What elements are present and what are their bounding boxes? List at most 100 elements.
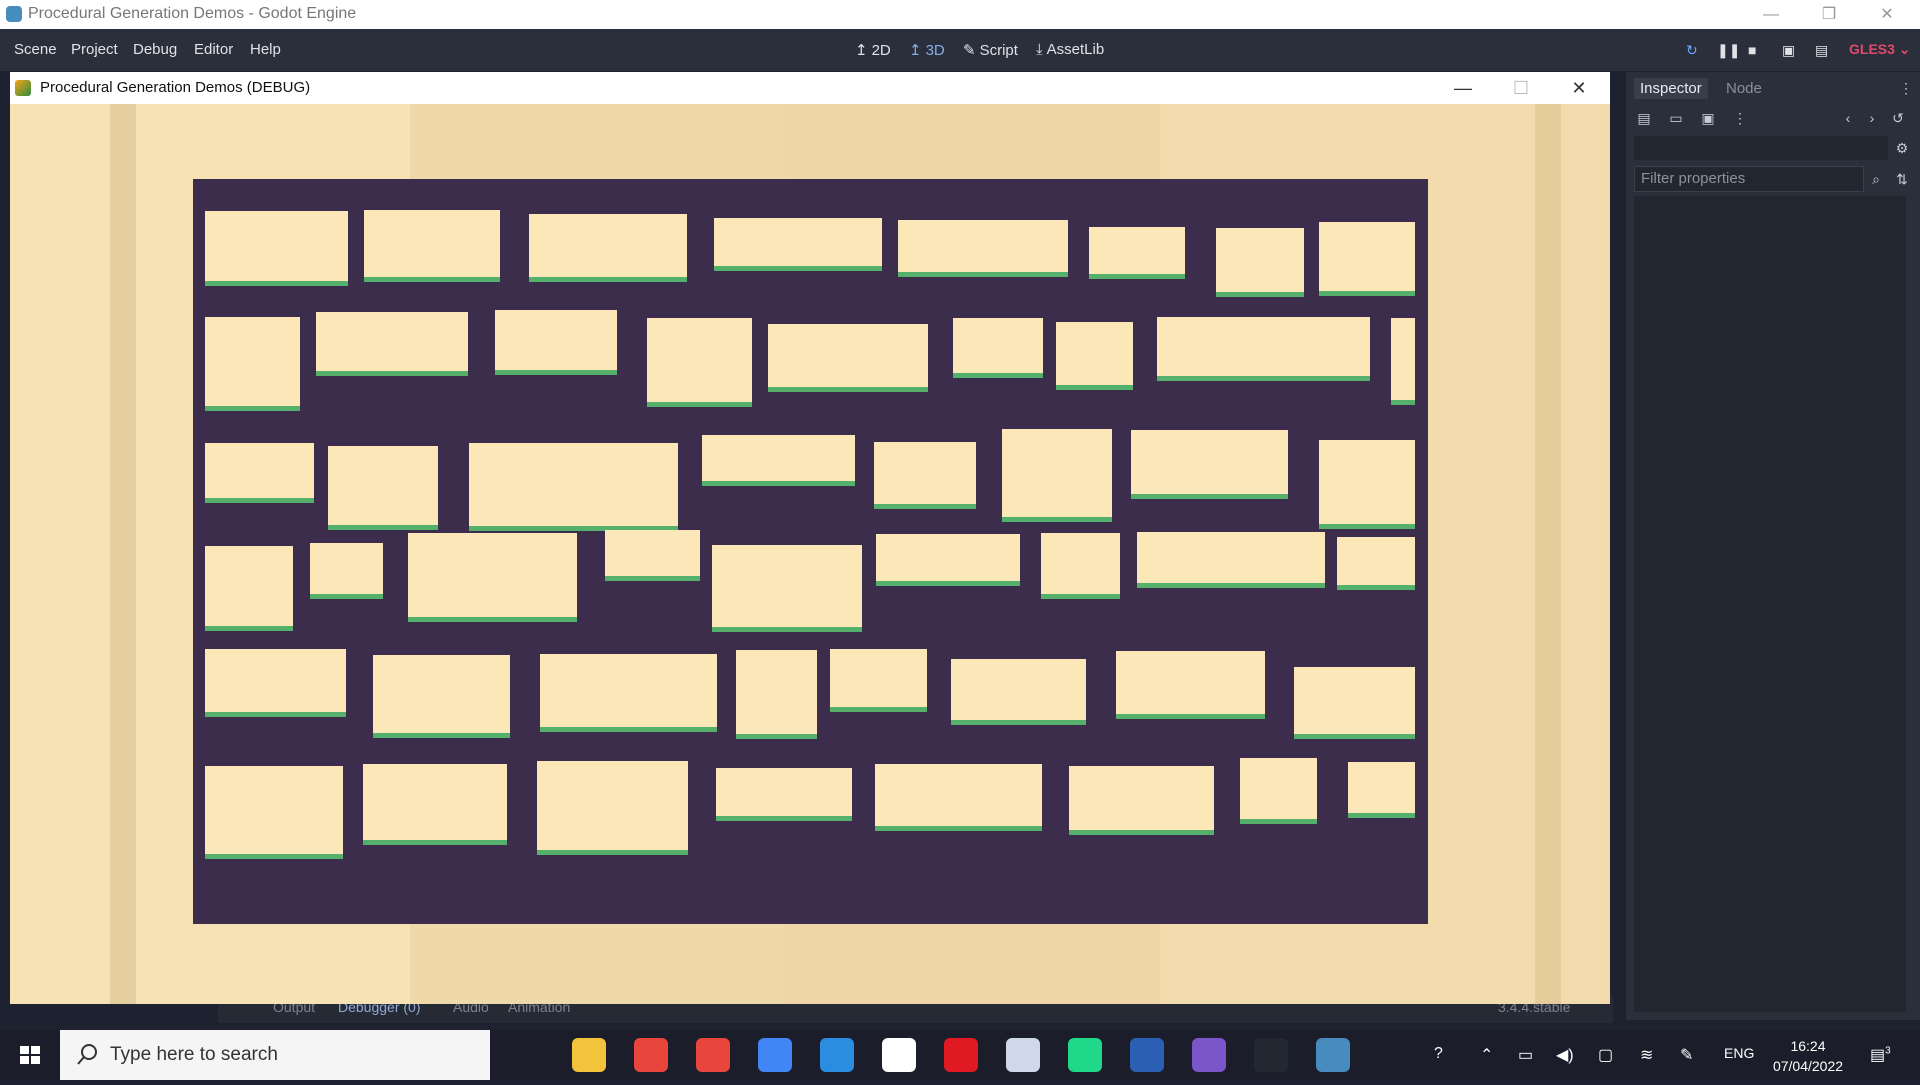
menu-project[interactable]: Project bbox=[71, 41, 118, 58]
chrome-icon[interactable] bbox=[634, 1038, 668, 1072]
map-cave-pocket bbox=[1319, 440, 1415, 529]
wifi-icon[interactable]: ≋ bbox=[1640, 1045, 1653, 1065]
map-cave-pocket bbox=[898, 220, 1068, 277]
search-icon: ⌕ bbox=[1872, 171, 1880, 187]
map-cave-pocket bbox=[469, 443, 678, 531]
help-icon[interactable]: ? bbox=[1434, 1045, 1443, 1063]
menu-scene[interactable]: Scene bbox=[14, 41, 57, 58]
download-icon: ⤓ bbox=[1036, 41, 1043, 58]
close-button[interactable]: ✕ bbox=[1864, 0, 1910, 29]
explorer-icon[interactable] bbox=[572, 1038, 606, 1072]
more-options-icon[interactable]: ⋮ bbox=[1730, 108, 1750, 128]
godot-icon[interactable] bbox=[1316, 1038, 1350, 1072]
map-cave-pocket bbox=[1157, 317, 1370, 381]
map-cave-pocket bbox=[495, 310, 617, 375]
volume-icon[interactable]: ◀) bbox=[1556, 1045, 1574, 1065]
history-forward-icon[interactable]: › bbox=[1862, 108, 1882, 128]
restore-button[interactable]: ❐ bbox=[1806, 0, 1852, 29]
taskbar-search[interactable]: Type here to search bbox=[60, 1030, 490, 1080]
inspector-dock: Inspector Node ⋮ ▤ ▭ ▣ ⋮ ‹ › ↺ ⚙ Filter … bbox=[1626, 72, 1920, 1020]
map-cave-pocket bbox=[310, 543, 383, 599]
map-cave-pocket bbox=[702, 435, 855, 486]
map-cave-pocket bbox=[316, 312, 468, 376]
bg-pillar bbox=[1535, 104, 1561, 1004]
tab-inspector[interactable]: Inspector bbox=[1634, 78, 1708, 99]
map-cave-pocket bbox=[1137, 532, 1325, 588]
minimize-button[interactable]: — bbox=[1748, 0, 1794, 29]
display-icon[interactable]: ▢ bbox=[1598, 1045, 1613, 1065]
map-cave-pocket bbox=[951, 659, 1086, 725]
stop-icon[interactable]: ■ bbox=[1748, 42, 1756, 58]
title-bar: Procedural Generation Demos - Godot Engi… bbox=[0, 0, 1920, 29]
object-tools-icon[interactable]: ⚙ bbox=[1892, 138, 1912, 158]
map-cave-pocket bbox=[714, 218, 882, 271]
start-button[interactable] bbox=[0, 1030, 60, 1080]
game-close-button[interactable]: ✕ bbox=[1550, 72, 1608, 104]
menu-debug[interactable]: Debug bbox=[133, 41, 177, 58]
history-icon[interactable]: ↺ bbox=[1888, 108, 1908, 128]
workspace-script-button[interactable]: ✎ Script bbox=[963, 41, 1018, 59]
godot-logo-icon bbox=[6, 6, 22, 22]
notification-icon[interactable]: ▤3 bbox=[1870, 1045, 1891, 1065]
clock-time: 16:24 bbox=[1790, 1038, 1826, 1054]
bg-pillar bbox=[110, 104, 136, 1004]
menu-editor[interactable]: Editor bbox=[194, 41, 233, 58]
map-cave-pocket bbox=[205, 649, 346, 717]
map-cave-pocket bbox=[712, 545, 862, 632]
map-cave-pocket bbox=[364, 210, 500, 282]
workspace-2d-button[interactable]: ↥ 2D bbox=[855, 41, 891, 59]
pause-icon[interactable]: ❚❚ bbox=[1717, 42, 1740, 59]
taskbar: Type here to search ? ⌃ ▭ ◀) ▢ ≋ ✎ ENG 1… bbox=[0, 1030, 1920, 1080]
pen-icon[interactable]: ✎ bbox=[1680, 1045, 1693, 1065]
language-indicator[interactable]: ENG bbox=[1724, 1045, 1754, 1061]
app-icon[interactable] bbox=[1192, 1038, 1226, 1072]
history-back-icon[interactable]: ‹ bbox=[1838, 108, 1858, 128]
workspace-3d-button[interactable]: ↥ 3D bbox=[909, 41, 945, 59]
menu-help[interactable]: Help bbox=[250, 41, 281, 58]
game-window-title: Procedural Generation Demos (DEBUG) bbox=[40, 79, 311, 96]
game-minimize-button[interactable]: — bbox=[1434, 72, 1492, 104]
chrome-profile-icon[interactable] bbox=[696, 1038, 730, 1072]
window-title: Procedural Generation Demos - Godot Engi… bbox=[28, 5, 357, 22]
map-cave-pocket bbox=[540, 654, 717, 732]
map-cave-pocket bbox=[830, 649, 927, 712]
object-path[interactable] bbox=[1634, 136, 1888, 160]
battery-icon[interactable]: ▭ bbox=[1518, 1045, 1533, 1065]
map-cave-pocket bbox=[363, 764, 507, 845]
map-cave-pocket bbox=[205, 766, 343, 859]
paint-icon[interactable] bbox=[1006, 1038, 1040, 1072]
play-scene-icon[interactable]: ▣ bbox=[1782, 42, 1795, 59]
notepad-icon[interactable] bbox=[882, 1038, 916, 1072]
clock-date: 07/04/2022 bbox=[1772, 1058, 1844, 1074]
map-cave-pocket bbox=[1337, 537, 1415, 590]
pycharm-icon[interactable] bbox=[1068, 1038, 1102, 1072]
word-icon[interactable] bbox=[1130, 1038, 1164, 1072]
workspace-assetlib-button[interactable]: ⤓ AssetLib bbox=[1036, 41, 1104, 58]
map-cave-pocket bbox=[205, 317, 300, 411]
sort-icon[interactable]: ⇅ bbox=[1892, 169, 1912, 189]
new-resource-icon[interactable]: ▤ bbox=[1634, 108, 1654, 128]
reload-icon[interactable]: ↻ bbox=[1686, 42, 1698, 59]
map-cave-pocket bbox=[1089, 227, 1185, 279]
terminal-icon[interactable] bbox=[1254, 1038, 1288, 1072]
map-cave-pocket bbox=[716, 768, 852, 821]
vscode-icon[interactable] bbox=[820, 1038, 854, 1072]
clock[interactable]: 16:24 07/04/2022 bbox=[1768, 1036, 1848, 1076]
opera-icon[interactable] bbox=[944, 1038, 978, 1072]
tab-node[interactable]: Node bbox=[1720, 78, 1768, 99]
chrome-profile-2-icon[interactable] bbox=[758, 1038, 792, 1072]
map-cave-pocket bbox=[1294, 667, 1415, 739]
script-icon: ✎ bbox=[963, 42, 976, 59]
map-cave-pocket bbox=[1002, 429, 1112, 522]
game-maximize-button[interactable]: ☐ bbox=[1492, 72, 1550, 104]
save-icon[interactable]: ▣ bbox=[1698, 108, 1718, 128]
map-cave-pocket bbox=[1056, 322, 1133, 390]
filter-properties-input[interactable]: Filter properties bbox=[1634, 166, 1864, 192]
play-custom-scene-icon[interactable]: ▤ bbox=[1815, 42, 1828, 59]
renderer-select[interactable]: GLES3 ⌄ bbox=[1849, 41, 1911, 58]
game-viewport[interactable] bbox=[10, 104, 1610, 1004]
map-cave-pocket bbox=[647, 318, 752, 407]
chevron-up-icon[interactable]: ⌃ bbox=[1480, 1045, 1493, 1065]
open-folder-icon[interactable]: ▭ bbox=[1666, 108, 1686, 128]
dock-menu-icon[interactable]: ⋮ bbox=[1896, 78, 1916, 98]
